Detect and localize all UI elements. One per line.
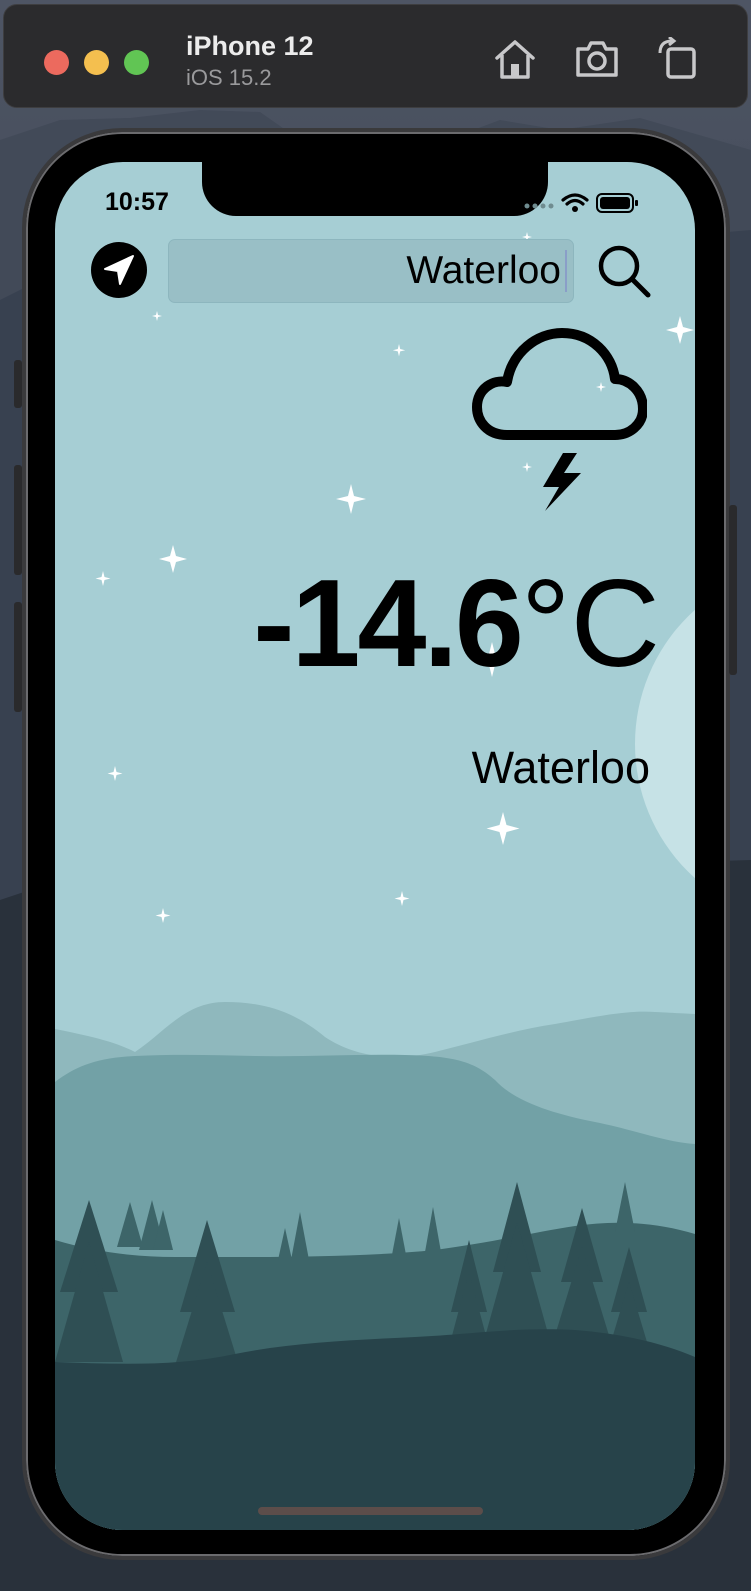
location-arrow-icon [104, 255, 134, 285]
battery-icon [596, 193, 638, 213]
home-icon[interactable] [492, 37, 538, 81]
temperature-value: -14.6 [253, 555, 524, 693]
magnifier-icon [598, 245, 651, 298]
app-screen: 10:57 -14.6°C Waterloo [55, 162, 695, 1530]
rotate-icon[interactable] [654, 37, 700, 81]
notch [202, 162, 548, 216]
minimize-button[interactable] [84, 50, 109, 75]
temperature-display: -14.6°C [150, 562, 660, 686]
volume-down-button [14, 602, 22, 712]
text-caret [565, 250, 567, 292]
wifi-icon [561, 193, 589, 206]
power-button [729, 505, 737, 675]
wifi-dot [572, 206, 578, 212]
zoom-button[interactable] [124, 50, 149, 75]
screenshot-icon[interactable] [574, 37, 620, 81]
location-button[interactable] [91, 242, 147, 298]
simulator-titlebar: iPhone 12 iOS 15.2 [3, 4, 748, 108]
volume-up-button [14, 465, 22, 575]
silent-switch [14, 360, 22, 408]
signal-icon [524, 203, 554, 209]
city-name: Waterloo [471, 742, 650, 793]
search-input[interactable] [168, 239, 574, 303]
status-icons [524, 193, 638, 213]
home-indicator[interactable] [258, 1507, 483, 1515]
device-name: iPhone 12 [186, 31, 314, 61]
search-button[interactable] [595, 242, 653, 300]
close-button[interactable] [44, 50, 69, 75]
temperature-unit: °C [520, 555, 660, 693]
cloud-bolt-icon [472, 328, 647, 511]
status-time: 10:57 [105, 188, 169, 216]
os-version: iOS 15.2 [186, 65, 272, 90]
